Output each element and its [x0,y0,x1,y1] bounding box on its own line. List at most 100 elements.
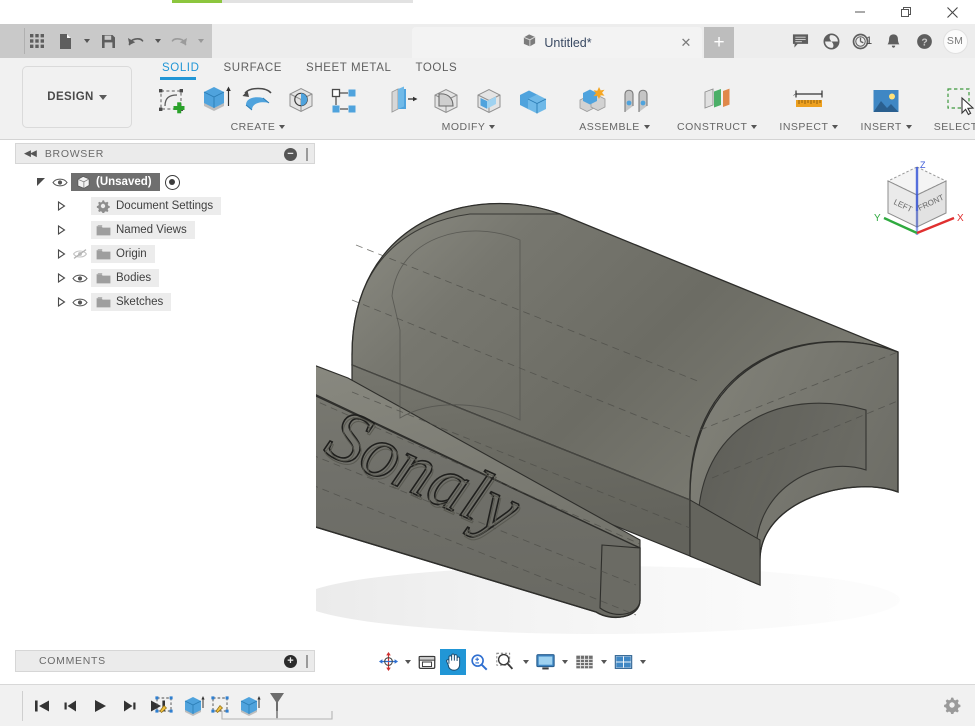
document-tab-close-icon[interactable]: ✕ [679,36,693,50]
display-settings-icon[interactable] [532,649,559,675]
tree-item-bodies[interactable]: Bodies [15,266,315,290]
combine-icon[interactable] [514,82,552,120]
document-tab[interactable]: Untitled* ✕ [412,27,702,58]
panel-inspect-label-wrap[interactable]: INSPECT [779,121,838,133]
panel-construct-label-wrap[interactable]: CONSTRUCT [677,121,757,133]
workspace-switcher-button[interactable]: DESIGN [22,66,132,128]
expand-triangle-icon[interactable] [53,266,69,290]
job-status-icon[interactable]: 1 [848,26,876,56]
activity-icon[interactable] [817,26,845,56]
grid-snaps-icon[interactable] [571,649,598,675]
redo-icon[interactable] [166,28,192,54]
measure-icon[interactable] [790,82,828,120]
3d-canvas[interactable]: Sonaly Sonaly LEFT FRONT X [316,143,975,643]
sketch-feature-icon[interactable] [152,691,178,721]
expand-triangle-icon[interactable] [53,290,69,314]
new-tab-button[interactable]: + [704,27,734,58]
step-forward-icon[interactable] [117,691,141,721]
view-cube[interactable]: LEFT FRONT X Y Z [870,155,965,245]
tree-item-label-box[interactable]: (Unsaved) [71,173,160,191]
pattern-icon[interactable] [325,82,363,120]
expand-triangle-icon[interactable] [53,242,69,266]
panel-resize-grip[interactable] [306,655,308,668]
display-settings-chevron-down-icon[interactable] [559,649,571,675]
tree-item-origin[interactable]: Origin [15,242,315,266]
activate-component-icon[interactable] [165,175,180,190]
visibility-eye-icon[interactable] [69,290,91,314]
undo-icon[interactable] [123,28,149,54]
maximize-button[interactable] [883,0,929,24]
extrude-icon[interactable] [196,82,234,120]
redo-chevron-down-icon[interactable] [194,28,207,54]
tree-item-label-box[interactable]: Sketches [91,293,171,311]
file-icon[interactable] [52,28,78,54]
tab-sheet-metal[interactable]: SHEET METAL [294,58,403,74]
save-icon[interactable] [95,28,121,54]
panel-select-label-wrap[interactable]: SELECT [934,121,975,133]
new-component-icon[interactable] [574,82,612,120]
press-pull-icon[interactable] [385,82,423,120]
panel-resize-grip[interactable] [306,148,308,161]
orbit-chevron-down-icon[interactable] [402,649,414,675]
file-chevron-down-icon[interactable] [80,28,93,54]
panel-modify-label: MODIFY [442,121,486,133]
joint-icon[interactable] [617,82,655,120]
expand-triangle-icon[interactable] [53,218,69,242]
zoom-window-chevron-down-icon[interactable] [520,649,532,675]
browser-minimize-button[interactable]: − [284,148,297,161]
create-sketch-icon[interactable] [153,82,191,120]
expand-triangle-icon[interactable] [53,194,69,218]
tree-item-label-box[interactable]: Bodies [91,269,159,287]
zoom-window-icon[interactable] [492,649,520,675]
visibility-eye-off-icon[interactable] [69,242,91,266]
comments-icon[interactable] [786,26,814,56]
panel-assemble-label-wrap[interactable]: ASSEMBLE [579,121,650,133]
expand-triangle-icon[interactable] [33,170,49,194]
undo-chevron-down-icon[interactable] [151,28,164,54]
avatar[interactable]: SM [941,26,969,56]
tab-tools[interactable]: TOOLS [403,58,469,74]
extrude-feature-icon[interactable] [180,691,206,721]
shell-icon[interactable] [471,82,509,120]
tree-item-label-box[interactable]: Origin [91,245,155,263]
tree-item-unsaved[interactable]: (Unsaved) [15,170,315,194]
visibility-eye-icon[interactable] [69,266,91,290]
tray-icons: 1 ? SM [786,24,969,58]
zoom-icon[interactable] [466,649,492,675]
revolve-icon[interactable] [239,82,277,120]
close-button[interactable] [929,0,975,24]
step-back-icon[interactable] [59,691,83,721]
viewports-chevron-down-icon[interactable] [637,649,649,675]
go-to-beginning-icon[interactable] [30,691,54,721]
insert-image-icon[interactable] [867,82,905,120]
collapse-icon[interactable]: ◀◀ [24,148,36,159]
tree-item-label-box[interactable]: Named Views [91,221,195,239]
add-comment-button[interactable]: + [284,655,297,668]
panel-modify-label-wrap[interactable]: MODIFY [442,121,496,133]
help-icon[interactable]: ? [910,26,938,56]
play-icon[interactable] [88,691,112,721]
orbit-icon[interactable] [375,649,402,675]
panel-create-label-wrap[interactable]: CREATE [231,121,286,133]
select-marquee-icon[interactable] [942,82,975,120]
look-at-icon[interactable] [414,649,440,675]
settings-gear-icon[interactable] [943,696,961,714]
offset-plane-icon[interactable] [698,82,736,120]
tree-item-label-box[interactable]: Document Settings [91,197,221,215]
tab-surface[interactable]: SURFACE [212,58,295,74]
pan-icon[interactable] [440,649,466,675]
svg-text:?: ? [921,37,927,48]
visibility-eye-icon[interactable] [49,170,71,194]
sweep-icon[interactable] [282,82,320,120]
tree-item-document-settings[interactable]: Document Settings [15,194,315,218]
fillet-icon[interactable] [428,82,466,120]
notifications-bell-icon[interactable] [879,26,907,56]
app-grid-icon[interactable] [24,28,50,54]
grid-snaps-chevron-down-icon[interactable] [598,649,610,675]
minimize-button[interactable] [837,0,883,24]
tree-item-named-views[interactable]: Named Views [15,218,315,242]
viewports-icon[interactable] [610,649,637,675]
tab-solid[interactable]: SOLID [150,58,212,74]
panel-insert-label-wrap[interactable]: INSERT [860,121,911,133]
tree-item-sketches[interactable]: Sketches [15,290,315,314]
